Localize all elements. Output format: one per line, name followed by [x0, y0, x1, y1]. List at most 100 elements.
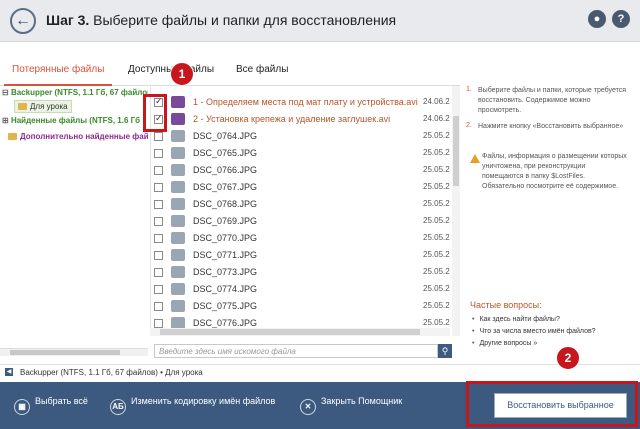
file-checkbox[interactable] [154, 302, 163, 311]
file-name: DSC_0766.JPG [193, 165, 258, 175]
file-row[interactable]: DSC_0769.JPG 25.05.2 [151, 213, 450, 230]
encoding-icon: AБ [110, 399, 126, 415]
file-checkbox[interactable] [154, 183, 163, 192]
scroll-thumb[interactable] [10, 350, 120, 355]
tree-horizontal-scrollbar[interactable] [0, 348, 148, 356]
file-name: DSC_0773.JPG [193, 267, 258, 277]
file-date: 25.05.2 [423, 216, 450, 225]
search-input[interactable]: Введите здесь имя искомого файла [154, 344, 438, 358]
image-file-icon [171, 147, 185, 159]
file-row[interactable]: DSC_0773.JPG 25.05.2 [151, 264, 450, 281]
file-row[interactable]: 1 - Определяем места под мат плату и уст… [151, 94, 450, 111]
help-step-number: 1. [466, 86, 472, 93]
file-row[interactable]: DSC_0767.JPG 25.05.2 [151, 179, 450, 196]
help-icon[interactable]: ? [612, 10, 630, 28]
file-checkbox[interactable] [154, 132, 163, 141]
file-date: 24.06.2 [423, 97, 450, 106]
file-name: DSC_0771.JPG [193, 250, 258, 260]
file-list: 1 - Определяем места под мат плату и уст… [150, 86, 450, 336]
close-wizard-button[interactable]: ✕ Закрыть Помощник [300, 396, 402, 415]
file-name: DSC_0775.JPG [193, 301, 258, 311]
file-date: 25.05.2 [423, 148, 450, 157]
file-checkbox[interactable] [154, 251, 163, 260]
file-date: 25.05.2 [423, 233, 450, 242]
faq-link-other[interactable]: Другие вопросы » [472, 340, 537, 347]
file-checkbox[interactable] [154, 285, 163, 294]
collapse-icon[interactable]: ◀ [5, 368, 13, 376]
file-name: DSC_0767.JPG [193, 182, 258, 192]
file-name: 2 - Установка крепежа и удаление заглуше… [193, 114, 391, 124]
page-title: Шаг 3. Выберите файлы и папки для восста… [46, 12, 396, 28]
select-all-button[interactable]: ▦ Выбрать всё [14, 396, 88, 415]
annotation-box-checkboxes [143, 94, 167, 132]
help-step-number: 2. [466, 122, 472, 129]
file-row[interactable]: DSC_0774.JPG 25.05.2 [151, 281, 450, 298]
image-file-icon [171, 181, 185, 193]
close-wizard-label: Закрыть Помощник [321, 396, 403, 406]
change-encoding-label: Изменить кодировку имён файлов [131, 396, 276, 406]
file-checkbox[interactable] [154, 200, 163, 209]
file-name: DSC_0770.JPG [193, 233, 258, 243]
file-date: 25.05.2 [423, 182, 450, 191]
file-date: 25.05.2 [423, 131, 450, 140]
tree-item-lesson[interactable]: Для урока [14, 100, 72, 113]
search-icon[interactable]: ⚲ [438, 344, 452, 358]
file-date: 25.05.2 [423, 165, 450, 174]
select-all-label: Выбрать всё [35, 396, 88, 406]
status-bar: ◀ Backupper (NTFS, 1.1 Гб, 67 файлов) • … [0, 364, 640, 380]
image-file-icon [171, 266, 185, 278]
scroll-thumb[interactable] [160, 329, 420, 335]
file-list-vertical-scrollbar[interactable] [452, 86, 460, 336]
change-encoding-button[interactable]: AБ Изменить кодировку имён файлов [110, 396, 275, 415]
file-name: DSC_0765.JPG [193, 148, 258, 158]
file-row[interactable]: DSC_0768.JPG 25.05.2 [151, 196, 450, 213]
file-name: DSC_0774.JPG [193, 284, 258, 294]
file-checkbox[interactable] [154, 149, 163, 158]
file-row[interactable]: DSC_0771.JPG 25.05.2 [151, 247, 450, 264]
file-list-horizontal-scrollbar[interactable] [150, 328, 450, 336]
faq-link-find[interactable]: Как здесь найти файлы? [472, 316, 559, 323]
file-checkbox[interactable] [154, 319, 163, 328]
tab-lost-files[interactable]: Потерянные файлы [12, 64, 104, 75]
back-button[interactable]: ← [10, 8, 36, 34]
file-row[interactable]: DSC_0766.JPG 25.05.2 [151, 162, 450, 179]
tree-item-root[interactable]: ⊟ Backupper (NTFS, 1.1 Гб, 67 файлов) [2, 88, 148, 97]
file-row[interactable]: DSC_0770.JPG 25.05.2 [151, 230, 450, 247]
image-file-icon [171, 130, 185, 142]
file-row[interactable]: DSC_0764.JPG 25.05.2 [151, 128, 450, 145]
file-date: 25.05.2 [423, 250, 450, 259]
file-row[interactable]: 2 - Установка крепежа и удаление заглуше… [151, 111, 450, 128]
scroll-thumb[interactable] [453, 116, 459, 186]
file-date: 25.05.2 [423, 267, 450, 276]
help-panel: 1. Выберите файлы и папки, которые требу… [466, 86, 636, 366]
folder-icon [8, 133, 17, 140]
file-checkbox[interactable] [154, 268, 163, 277]
file-date: 25.05.2 [423, 199, 450, 208]
user-icon[interactable]: ● [588, 10, 606, 28]
tree-item-more[interactable]: Дополнительно найденные файлы [8, 132, 148, 141]
help-warning: Файлы, информация о размещении которых у… [482, 153, 627, 190]
file-checkbox[interactable] [154, 234, 163, 243]
file-row[interactable]: DSC_0765.JPG 25.05.2 [151, 145, 450, 162]
select-all-icon: ▦ [14, 399, 30, 415]
file-date: 25.05.2 [423, 318, 450, 327]
file-name: DSC_0776.JPG [193, 318, 258, 328]
tree-item-found[interactable]: ⊞ Найденные файлы (NTFS, 1.6 Гб [2, 116, 140, 125]
file-row[interactable]: DSC_0775.JPG 25.05.2 [151, 298, 450, 315]
tab-all-files[interactable]: Все файлы [236, 64, 288, 75]
file-checkbox[interactable] [154, 166, 163, 175]
help-step2: Нажмите кнопку «Восстановить выбранное» [478, 123, 624, 130]
annotation-badge-2: 2 [556, 346, 580, 370]
file-date: 25.05.2 [423, 284, 450, 293]
faq-title: Частые вопросы: [470, 300, 542, 310]
help-step1: Выберите файлы и папки, которые требуетс… [478, 87, 627, 114]
status-path: Backupper (NTFS, 1.1 Гб, 67 файлов) • Дл… [20, 368, 203, 377]
image-file-icon [171, 249, 185, 261]
image-file-icon [171, 232, 185, 244]
file-name: DSC_0768.JPG [193, 199, 258, 209]
file-checkbox[interactable] [154, 217, 163, 226]
tree-root-label: Backupper (NTFS, 1.1 Гб, 67 файлов) [10, 88, 148, 97]
file-name: 1 - Определяем места под мат плату и уст… [193, 97, 418, 107]
faq-link-numbers[interactable]: Что за числа вместо имён файлов? [472, 328, 595, 335]
close-icon: ✕ [300, 399, 316, 415]
